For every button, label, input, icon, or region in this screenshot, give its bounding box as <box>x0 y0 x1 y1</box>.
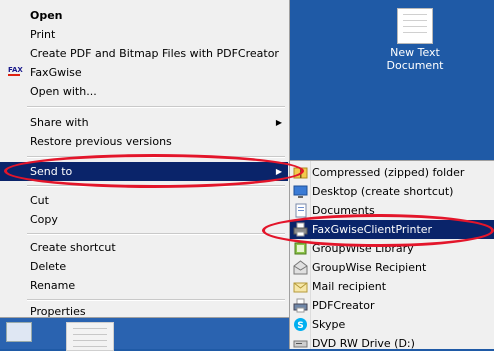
menu-item-send-to[interactable]: Send to ▶ <box>0 162 288 181</box>
mail-icon <box>293 282 308 293</box>
context-menu: Open Print Create PDF and Bitmap Files w… <box>0 0 290 318</box>
skype-icon: S <box>294 318 307 331</box>
desktop-icon-new-text-document[interactable]: New Text Document <box>370 4 460 72</box>
document-thumbnail[interactable] <box>66 322 114 351</box>
menu-separator <box>27 156 285 158</box>
shortcut-icon[interactable] <box>6 322 32 342</box>
send-to-item-label: Documents <box>312 204 375 217</box>
documents-icon <box>295 203 307 218</box>
send-to-item-label: Mail recipient <box>312 280 387 293</box>
menu-item-rename[interactable]: Rename <box>0 276 288 295</box>
send-to-item-groupwise-recipient[interactable]: GroupWise Recipient <box>290 258 494 277</box>
desktop-icon <box>293 185 308 198</box>
printer-icon <box>293 298 308 313</box>
recipient-icon <box>293 260 308 275</box>
send-to-item-documents[interactable]: Documents <box>290 201 494 220</box>
send-to-item-skype[interactable]: S Skype <box>290 315 494 334</box>
menu-item-share-with[interactable]: Share with ▶ <box>0 113 288 132</box>
send-to-item-label: FaxGwiseClientPrinter <box>312 223 433 236</box>
svg-text:S: S <box>297 321 303 331</box>
submenu-arrow-icon: ▶ <box>275 118 282 127</box>
menu-item-properties[interactable]: Properties <box>0 302 288 321</box>
dvd-drive-icon <box>293 340 308 348</box>
send-to-item-label: Skype <box>312 318 346 331</box>
send-to-item-label: GroupWise Recipient <box>312 261 427 274</box>
printer-icon <box>293 222 308 237</box>
text-document-icon <box>397 8 433 44</box>
menu-item-cut[interactable]: Cut <box>0 191 288 210</box>
menu-item-print[interactable]: Print <box>0 25 288 44</box>
menu-item-label: Share with <box>30 116 89 129</box>
desktop-area <box>0 318 290 349</box>
send-to-item-desktop-shortcut[interactable]: Desktop (create shortcut) <box>290 182 494 201</box>
menu-item-open-with[interactable]: Open with... <box>0 82 288 101</box>
send-to-item-dvd-drive[interactable]: DVD RW Drive (D:) <box>290 334 494 349</box>
menu-item-create-shortcut[interactable]: Create shortcut <box>0 238 288 257</box>
menu-item-create-pdf[interactable]: Create PDF and Bitmap Files with PDFCrea… <box>0 44 288 63</box>
zip-folder-icon <box>293 167 308 179</box>
send-to-item-compressed-folder[interactable]: Compressed (zipped) folder <box>290 163 494 182</box>
send-to-item-pdfcreator[interactable]: PDFCreator <box>290 296 494 315</box>
send-to-item-label: DVD RW Drive (D:) <box>312 337 415 349</box>
menu-item-faxgwise[interactable]: FAX FaxGwise <box>0 63 288 82</box>
submenu-arrow-icon: ▶ <box>275 167 282 176</box>
library-icon <box>294 242 307 255</box>
send-to-item-mail-recipient[interactable]: Mail recipient <box>290 277 494 296</box>
send-to-item-groupwise-library[interactable]: GroupWise Library <box>290 239 494 258</box>
send-to-item-label: Desktop (create shortcut) <box>312 185 454 198</box>
menu-item-label: FaxGwise <box>30 66 82 79</box>
menu-item-restore-previous-versions[interactable]: Restore previous versions <box>0 132 288 151</box>
fax-icon: FAX <box>8 66 23 76</box>
menu-item-copy[interactable]: Copy <box>0 210 288 229</box>
menu-item-label: Send to <box>30 165 73 178</box>
menu-item-delete[interactable]: Delete <box>0 257 288 276</box>
menu-separator <box>27 106 285 108</box>
menu-item-open[interactable]: Open <box>0 6 288 25</box>
menu-separator <box>27 299 285 301</box>
menu-separator <box>27 185 285 187</box>
send-to-submenu: Compressed (zipped) folder Desktop (crea… <box>289 160 494 349</box>
desktop-icon-label: New Text Document <box>386 46 444 72</box>
send-to-item-label: PDFCreator <box>312 299 375 312</box>
send-to-item-faxgwise-client-printer[interactable]: FaxGwiseClientPrinter <box>290 220 494 239</box>
menu-separator <box>27 233 285 235</box>
send-to-item-label: Compressed (zipped) folder <box>312 166 465 179</box>
send-to-item-label: GroupWise Library <box>312 242 414 255</box>
